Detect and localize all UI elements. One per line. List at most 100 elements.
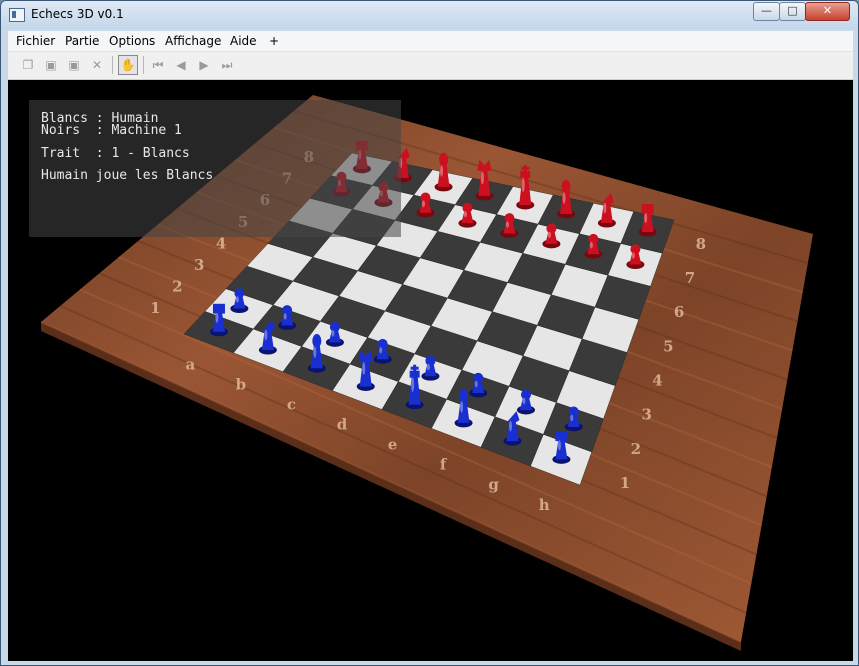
blue-pawn-e2-part bbox=[425, 355, 436, 366]
menu-label: Partie bbox=[65, 34, 100, 48]
red-pawn-g7-part bbox=[589, 241, 593, 249]
red-pawn-e7-part bbox=[504, 213, 515, 224]
rank-label-right-7: 7 bbox=[685, 269, 695, 287]
red-king-e8-part bbox=[521, 177, 525, 193]
blue-bishop-f1-part bbox=[460, 401, 464, 413]
previous-move-icon: ◀ bbox=[176, 58, 186, 72]
blue-pawn-g2-part bbox=[520, 389, 531, 400]
next-move-button[interactable]: ▶ bbox=[194, 55, 214, 75]
red-pawn-h7-part bbox=[630, 244, 641, 255]
blue-bishop-c1-part bbox=[312, 334, 322, 349]
blue-pawn-b2-part bbox=[282, 305, 293, 316]
title-bar[interactable]: Echecs 3D v0.1 — □ ✕ bbox=[1, 1, 858, 29]
first-move-button[interactable]: ⏮ bbox=[148, 55, 168, 75]
hand-button[interactable]: ✋ bbox=[118, 55, 138, 75]
chess-3d-viewport[interactable]: abcdefgh1234567812345678 Blancs : Humain… bbox=[8, 80, 853, 661]
next-move-icon: ▶ bbox=[199, 58, 209, 72]
file-label-g: g bbox=[488, 476, 499, 494]
red-pawn-d7-part bbox=[463, 210, 467, 218]
save-button[interactable]: ▣ bbox=[41, 55, 61, 75]
blue-knight-g1-part bbox=[508, 420, 512, 432]
menu-fichier[interactable]: Fichier bbox=[16, 34, 55, 48]
close-button[interactable]: ✕ bbox=[805, 2, 850, 21]
blue-pawn-h2-part bbox=[570, 414, 574, 422]
blue-pawn-e2-part bbox=[426, 363, 430, 371]
menu-label: Affichage bbox=[165, 34, 222, 48]
blue-queen-d1-part bbox=[362, 361, 366, 375]
menu-label: Aide bbox=[230, 34, 257, 48]
red-pawn-c7-part bbox=[420, 192, 431, 203]
toolbar-separator bbox=[143, 56, 144, 74]
close-game-button[interactable]: ✕ bbox=[87, 55, 107, 75]
blue-bishop-f1-part bbox=[459, 388, 469, 403]
menu-label: Options bbox=[109, 34, 156, 48]
blue-pawn-c2-part bbox=[329, 322, 340, 333]
red-pawn-f7-part bbox=[547, 231, 551, 239]
open-icon: ❐ bbox=[22, 58, 34, 72]
red-rook-h8-part bbox=[641, 204, 654, 214]
rank-label-left-2: 2 bbox=[172, 278, 182, 296]
turn-text: Trait : 1 - Blancs bbox=[41, 146, 190, 161]
blue-rook-h1-part bbox=[557, 440, 561, 451]
red-rook-h8-part bbox=[644, 213, 648, 224]
last-move-button[interactable]: ⏭ bbox=[217, 55, 237, 75]
red-pawn-c7-part bbox=[421, 200, 425, 208]
rank-label-right-1: 1 bbox=[620, 474, 630, 492]
red-pawn-h7-part bbox=[631, 252, 635, 259]
rank-label-right-3: 3 bbox=[641, 406, 651, 424]
file-label-h: h bbox=[539, 496, 550, 514]
red-bishop-f8-part bbox=[561, 179, 571, 194]
rank-label-right-6: 6 bbox=[674, 303, 684, 321]
blue-rook-a1-part bbox=[212, 303, 225, 314]
file-label-e: e bbox=[388, 436, 398, 454]
blue-pawn-b2-part bbox=[283, 313, 287, 320]
maximize-button[interactable]: □ bbox=[779, 2, 806, 21]
first-move-icon: ⏮ bbox=[152, 57, 164, 72]
window-title: Echecs 3D v0.1 bbox=[31, 7, 124, 21]
toolbar-separator bbox=[112, 56, 113, 74]
save-as-button[interactable]: ▣ bbox=[64, 55, 84, 75]
rank-label-right-8: 8 bbox=[696, 235, 706, 253]
menu-affichage[interactable]: Affichage bbox=[165, 34, 221, 48]
blue-bishop-c1-part bbox=[313, 346, 317, 358]
blue-pawn-a2-part bbox=[234, 288, 245, 299]
file-label-a: a bbox=[186, 355, 196, 373]
file-label-b: b bbox=[236, 375, 247, 393]
close-game-icon: ✕ bbox=[91, 58, 103, 72]
save-icon: ▣ bbox=[45, 58, 57, 72]
menu-options[interactable]: Options bbox=[109, 34, 155, 48]
red-bishop-c8-part bbox=[440, 165, 444, 177]
red-pawn-e7-part bbox=[505, 221, 509, 228]
red-knight-g8-part bbox=[603, 202, 607, 214]
toolbar: ❐ ▣ ▣ ✕ ✋ ⏮ ◀ ▶ ⏭ bbox=[8, 52, 853, 80]
black-player-text: Noirs : Machine 1 bbox=[41, 123, 182, 138]
rank-label-left-1: 1 bbox=[150, 299, 160, 317]
open-button[interactable]: ❐ bbox=[18, 55, 38, 75]
red-bishop-f8-part bbox=[562, 192, 566, 204]
red-king-e8-part bbox=[521, 166, 530, 170]
menu-bar: Fichier Partie Options Affichage Aide + bbox=[8, 31, 853, 52]
last-move-icon: ⏭ bbox=[221, 57, 233, 72]
file-label-d: d bbox=[337, 416, 348, 434]
hand-icon: ✋ bbox=[120, 58, 136, 72]
blue-rook-h1-part bbox=[555, 431, 568, 442]
blue-pawn-d2-part bbox=[377, 338, 388, 349]
rank-label-right-5: 5 bbox=[663, 337, 673, 355]
previous-move-button[interactable]: ◀ bbox=[171, 55, 191, 75]
rank-label-left-4: 4 bbox=[216, 234, 226, 252]
menu-label: + bbox=[269, 34, 280, 48]
blue-pawn-f2-part bbox=[473, 372, 484, 383]
menu-partie[interactable]: Partie bbox=[65, 34, 99, 48]
red-pawn-d7-part bbox=[462, 202, 473, 213]
blue-rook-a1-part bbox=[215, 312, 219, 323]
app-icon bbox=[9, 8, 25, 22]
rank-label-left-3: 3 bbox=[194, 256, 204, 274]
blue-pawn-h2-part bbox=[568, 406, 579, 417]
menu-label: Fichier bbox=[16, 34, 56, 48]
red-queen-d8-part bbox=[480, 171, 484, 185]
blue-pawn-g2-part bbox=[522, 397, 526, 405]
menu-aide[interactable]: Aide bbox=[230, 34, 257, 48]
blue-king-e1-part bbox=[410, 366, 419, 370]
menu-plus[interactable]: + bbox=[269, 34, 279, 48]
minimize-button[interactable]: — bbox=[753, 2, 780, 21]
